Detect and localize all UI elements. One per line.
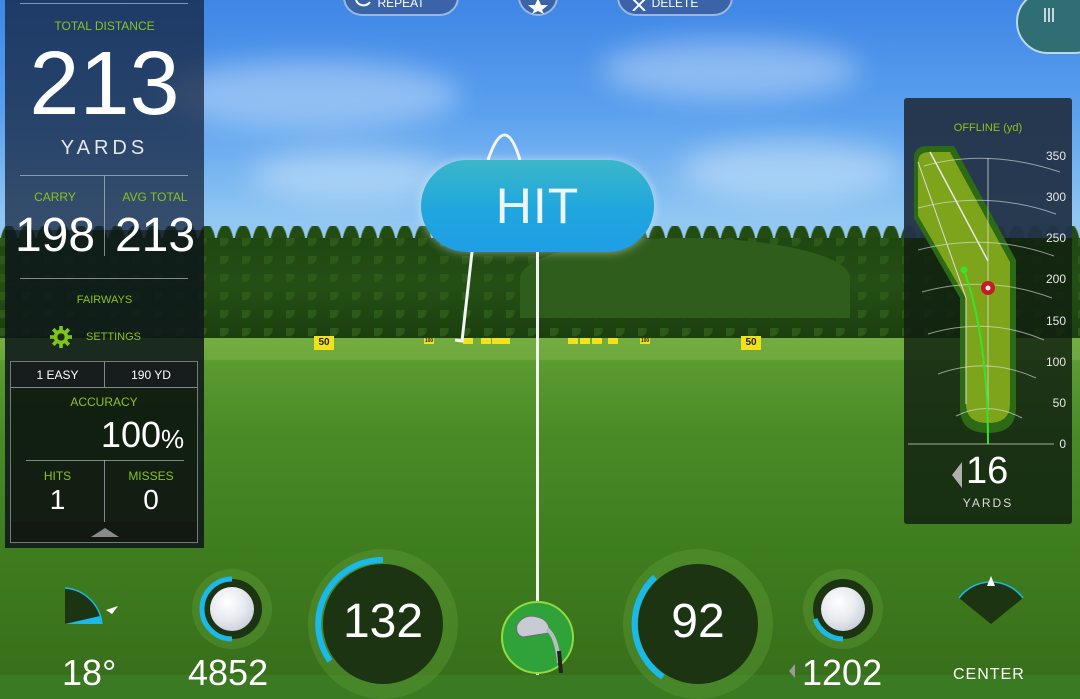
shot-result-label: HIT [495, 178, 580, 234]
mode-label: FAIRWAYS [76, 294, 133, 306]
divider [104, 362, 105, 387]
difficulty-value[interactable]: 1 EASY [11, 362, 104, 387]
y-tick: 300 [1045, 190, 1066, 204]
landing-point [960, 266, 968, 274]
y-tick: 150 [1045, 314, 1066, 328]
divider [11, 387, 197, 388]
y-tick: 350 [1045, 149, 1066, 163]
chevron-up-icon [91, 528, 119, 537]
y-tick: 50 [1052, 396, 1066, 410]
golf-ball-icon [821, 587, 865, 631]
back-spin-value: 4852 [188, 652, 269, 693]
delete-button[interactable]: DELETE [617, 0, 733, 16]
shot-result-badge: HIT [421, 160, 654, 252]
misses-label: MISSES [128, 469, 174, 483]
side-spin-left-arrow-icon [789, 664, 795, 678]
offline-value: 16 [966, 450, 1009, 492]
launch-angle-icon [64, 587, 118, 625]
settings-button[interactable]: SETTINGS [50, 326, 141, 348]
offline-left-arrow-icon [952, 462, 962, 488]
club-speed-value: 92 [671, 595, 725, 648]
divider [20, 3, 188, 4]
carry-value: 198 [14, 209, 96, 262]
hits-value: 1 [49, 484, 66, 515]
total-distance-value: 213 [29, 34, 180, 134]
close-icon [632, 0, 646, 11]
target-distance-value[interactable]: 190 YD [105, 362, 197, 387]
avg-total-value: 213 [114, 209, 196, 262]
repeat-icon [355, 0, 371, 7]
divider [20, 278, 188, 279]
menu-icon-bar [1052, 8, 1054, 22]
accuracy-unit: % [161, 424, 185, 454]
club-select-button[interactable] [501, 601, 574, 674]
y-tick: 0 [1059, 437, 1066, 451]
divider [26, 460, 184, 461]
gear-icon [50, 326, 72, 348]
delete-label: DELETE [651, 0, 699, 10]
hits-label: HITS [43, 469, 72, 483]
accuracy-stats-box: 1 EASY 190 YD ACCURACY 100 % HITS 1 MISS… [10, 361, 198, 543]
offline-unit: YARDS [962, 496, 1014, 510]
menu-icon-bar [1048, 8, 1050, 22]
accuracy-label: ACCURACY [70, 395, 138, 409]
carry-label: CARRY [34, 190, 76, 204]
y-tick: 250 [1045, 231, 1066, 245]
golf-ball-icon [210, 587, 254, 631]
avg-total-label: AVG TOTAL [122, 190, 188, 204]
y-tick: 200 [1045, 272, 1066, 286]
divider [104, 176, 105, 256]
launch-angle-value: 18° [62, 652, 117, 693]
total-distance-unit: YARDS [60, 137, 149, 159]
menu-icon [1044, 8, 1046, 22]
collapse-panel-button[interactable] [11, 522, 197, 542]
settings-label: SETTINGS [86, 331, 142, 343]
repeat-label: REPEAT [377, 0, 425, 10]
offline-panel: OFFLINE (yd) 350 300 250 200 150 100 50 … [904, 98, 1072, 524]
y-tick: 100 [1045, 355, 1066, 369]
iron-club-icon [516, 615, 563, 674]
misses-value: 0 [143, 484, 159, 515]
ball-speed-value: 132 [342, 595, 424, 648]
repeat-button[interactable]: REPEAT [343, 0, 459, 16]
star-icon [528, 0, 548, 14]
total-distance-label: TOTAL DISTANCE [54, 19, 155, 33]
accuracy-value: 100 [100, 414, 161, 455]
side-spin-value: 1202 [802, 652, 883, 693]
launch-direction-value: CENTER [953, 666, 1025, 683]
launch-direction-icon [958, 576, 1024, 624]
